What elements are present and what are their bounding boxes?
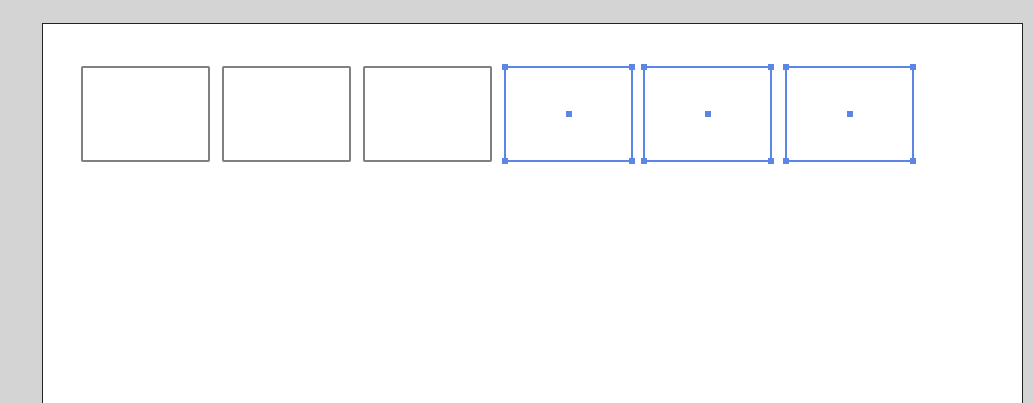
- rectangle-4-selected[interactable]: [502, 64, 635, 164]
- resize-handle-bottom-left[interactable]: [502, 158, 508, 164]
- resize-handle-top-left[interactable]: [783, 64, 789, 70]
- resize-handle-top-right[interactable]: [910, 64, 916, 70]
- resize-handle-bottom-right[interactable]: [768, 158, 774, 164]
- rectangle-3[interactable]: [363, 66, 492, 162]
- resize-handle-top-left[interactable]: [502, 64, 508, 70]
- resize-handle-bottom-right[interactable]: [629, 158, 635, 164]
- resize-handle-bottom-left[interactable]: [783, 158, 789, 164]
- resize-handle-bottom-right[interactable]: [910, 158, 916, 164]
- resize-handle-top-right[interactable]: [768, 64, 774, 70]
- rectangle-1[interactable]: [81, 66, 210, 162]
- center-point[interactable]: [565, 111, 572, 117]
- rectangle-2[interactable]: [222, 66, 351, 162]
- center-point[interactable]: [846, 111, 853, 117]
- rectangle-6-selected[interactable]: [783, 64, 916, 164]
- resize-handle-top-left[interactable]: [641, 64, 647, 70]
- resize-handle-top-right[interactable]: [629, 64, 635, 70]
- center-point[interactable]: [704, 111, 711, 117]
- resize-handle-bottom-left[interactable]: [641, 158, 647, 164]
- rectangle-5-selected[interactable]: [641, 64, 774, 164]
